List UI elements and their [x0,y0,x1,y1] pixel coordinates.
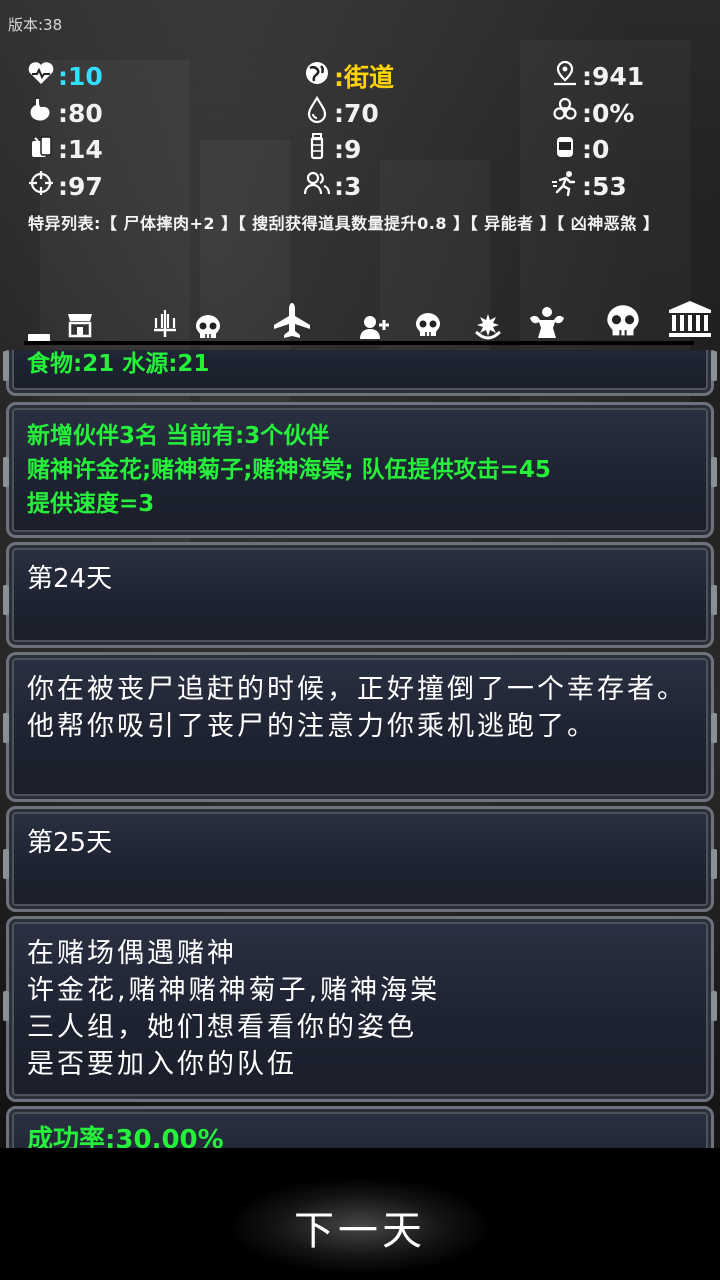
accuracy-value: :97 [58,171,103,201]
location-value: :街道 [334,63,394,92]
event-card: 你在被丧尸追赶的时候，正好撞倒了一个幸存者。他帮你吸引了丧尸的注意力你乘机逃跑了… [3,652,717,802]
distance-value: :941 [582,61,645,91]
strength-icon[interactable] [528,306,566,340]
speed-stat: :53 [550,168,627,204]
sword-icon[interactable] [150,308,180,338]
companions-stat: :3 [302,168,361,204]
hunger-stat: :80 [26,95,103,131]
plane-icon[interactable] [272,302,312,338]
heart-icon [26,58,58,94]
event-card: 新增伙伴3名 当前有:3个伙伴 赌神许金花;赌神菊子;赌神海棠; 队伍提供攻击=… [3,402,717,538]
water-drop-icon [302,95,334,131]
event-card: 在赌场偶遇赌神 许金花,赌神赌神菊子,赌神海棠 三人组，她们想看看你的姿色 是否… [3,916,717,1102]
infection-value: :0% [582,98,635,128]
prayer-icon[interactable] [472,308,504,340]
success-rate-text: 成功率:30.00% [27,1125,224,1148]
skull-icon[interactable] [194,314,222,340]
infection-stat: :0% [550,95,634,131]
event-card: 第24天 [3,542,717,648]
event-feed[interactable]: 食物:21 水源:21 新增伙伴3名 当前有:3个伙伴 赌神许金花;赌神菊子;赌… [0,350,720,1148]
map-pin-icon [550,58,582,94]
water-value: :70 [334,98,379,128]
distance-stat: :941 [550,58,644,94]
event-text: 食物:21 水源:21 [27,351,210,377]
version-label: 版本:38 [8,16,63,34]
stats-panel: :10 :街道 :941 :80 :70 :0% :14:9:0:97:… [0,56,720,206]
event-card: 成功率:30.00% [6,1106,714,1148]
speed-value: :53 [582,171,627,201]
water-stat: :70 [302,95,379,131]
day-label: 第24天 [27,564,113,594]
event-card: 第25天 [3,806,717,912]
toolbar-underline [24,341,694,345]
stomach-icon [26,95,58,131]
event-card: 食物:21 水源:21 [3,350,717,396]
accuracy-stat: :97 [26,168,103,204]
bank-icon[interactable] [668,300,712,338]
event-text: 在赌场偶遇赌神 许金花,赌神赌神菊子,赌神海棠 三人组，她们想看看你的姿色 是否… [27,938,441,1080]
bottle-icon [302,131,334,167]
companions-value: :3 [334,171,362,201]
food-items-stat: :14 [26,131,103,167]
can-icon [550,131,582,167]
running-icon [550,168,582,204]
cans-value: :0 [582,134,610,164]
food-items-value: :14 [58,134,103,164]
bottles-stat: :9 [302,131,361,167]
people-icon [302,168,334,204]
toolbar [0,296,720,348]
day-label: 第25天 [27,828,113,858]
event-text: 新增伙伴3名 当前有:3个伙伴 赌神许金花;赌神菊子;赌神海棠; 队伍提供攻击=… [27,423,551,517]
crosshair-icon [26,168,58,204]
globe-icon [302,58,334,94]
next-day-button[interactable]: 下一天 [250,1196,470,1258]
bottom-bar: 下一天 [0,1148,720,1280]
bottles-value: :9 [334,134,362,164]
event-text: 你在被丧尸追赶的时候，正好撞倒了一个幸存者。他帮你吸引了丧尸的注意力你乘机逃跑了… [27,674,687,742]
food-bag-icon [26,131,58,167]
health-value: :10 [58,61,103,91]
skull-icon[interactable] [414,312,442,338]
health-stat: :10 [26,58,103,94]
location-stat: :街道 [302,58,394,94]
traits-list: 特异列表:【 尸体摔肉+2 】【 搜刮获得道具数量提升0.8 】【 异能者 】【… [28,214,660,233]
add-friend-icon[interactable] [360,314,390,340]
biohazard-icon [550,95,582,131]
hunger-value: :80 [58,98,103,128]
skull-icon[interactable] [604,304,642,338]
cans-stat: :0 [550,131,609,167]
shop-icon[interactable] [66,312,94,338]
